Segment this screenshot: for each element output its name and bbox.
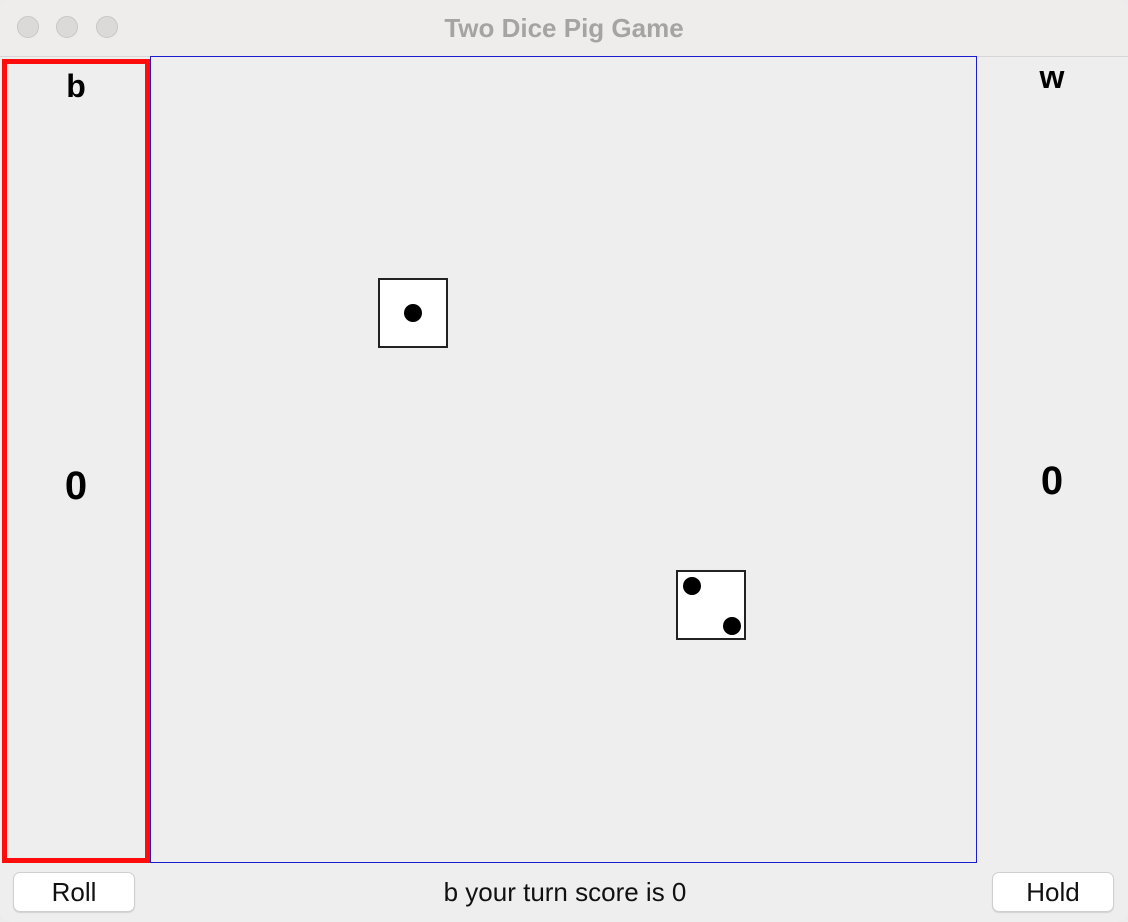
turn-status-message: b your turn score is 0 (443, 877, 687, 907)
die-one (378, 278, 448, 348)
window-title: Two Dice Pig Game (444, 13, 684, 43)
player-name-left: b (66, 68, 86, 104)
player-score-right: 0 (1040, 459, 1064, 503)
player-panel-right: w 0 (978, 57, 1126, 863)
player-name-right: w (1039, 59, 1065, 95)
roll-button[interactable]: Roll (13, 872, 135, 912)
die-pip (723, 617, 741, 635)
player-score-left: 0 (64, 464, 88, 508)
dice-board (150, 56, 977, 863)
die-pip (404, 304, 422, 322)
title-bar: Two Dice Pig Game (0, 0, 1128, 57)
player-panel-left: b 0 (2, 59, 150, 863)
app-window: Two Dice Pig Game b 0 w 0 Roll b your tu… (0, 0, 1128, 922)
hold-button[interactable]: Hold (992, 872, 1114, 912)
die-two (676, 570, 746, 640)
die-pip (683, 577, 701, 595)
